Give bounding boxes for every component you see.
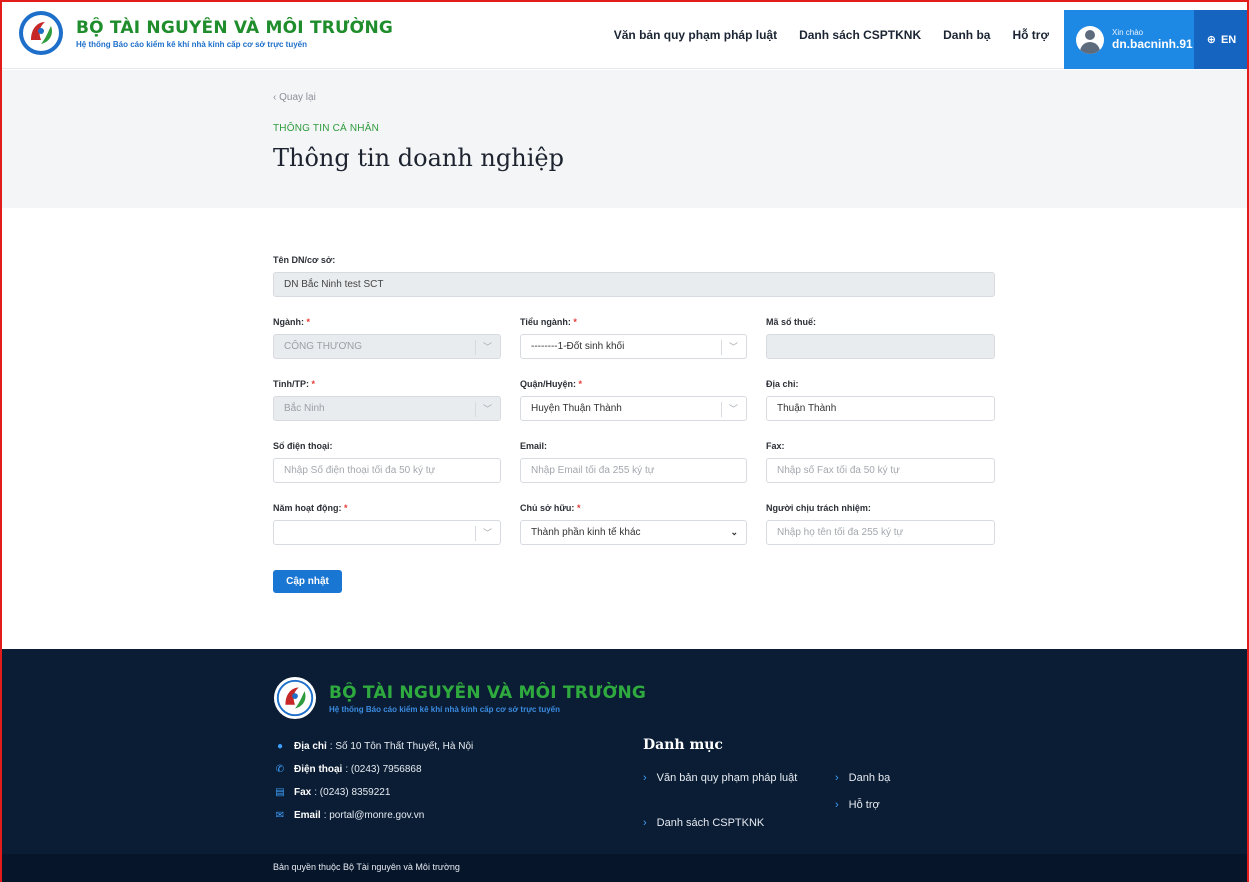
language-label: EN — [1220, 33, 1237, 46]
chevron-right-icon: › — [835, 772, 839, 784]
chevron-down-icon: ﹀ — [482, 404, 492, 414]
footer-link-ho-tro[interactable]: › Hỗ trợ — [835, 797, 880, 814]
nam-hoat-dong-label: Năm hoạt động: * — [273, 503, 348, 513]
dia-chi-label: Địa chỉ: — [766, 379, 799, 389]
footer-brand-subtitle: Hệ thống Báo cáo kiểm kê khí nhà kính cấ… — [329, 704, 561, 714]
avatar-icon — [1076, 25, 1104, 54]
quan-field: Quận/Huyện: * Huyện Thuận Thành ﹀ — [520, 379, 747, 421]
contact-fax: ▤ Fax: (0243) 8359221 — [273, 781, 473, 804]
dia-chi-field: Địa chỉ: Thuận Thành — [766, 379, 995, 421]
footer-brand-title: BỘ TÀI NGUYÊN VÀ MÔI TRƯỜNG — [329, 682, 647, 703]
contact-email: ✉ Email: portal@monre.gov.vn — [273, 804, 473, 827]
user-menu[interactable]: Xin chào dn.bacninh.91 — [1064, 10, 1194, 69]
nam-hoat-dong-select[interactable]: ﹀ — [273, 520, 501, 545]
nav-van-ban[interactable]: Văn bản quy phạm pháp luật — [614, 28, 777, 42]
chevron-down-icon: ﹀ — [728, 342, 738, 352]
map-marker-icon: ● — [276, 741, 284, 752]
tieu-nganh-select[interactable]: --------1-Đốt sinh khối ﹀ — [520, 334, 747, 359]
top-header: BỘ TÀI NGUYÊN VÀ MÔI TRƯỜNG Hệ thống Báo… — [0, 0, 1249, 69]
fax-label: Fax: — [766, 441, 785, 451]
company-name-field: Tên DN/cơ sở: DN Bắc Ninh test SCT — [273, 255, 995, 297]
sdt-label: Số điện thoại: — [273, 441, 333, 451]
footer-link-danh-ba[interactable]: › Danh bạ — [835, 770, 890, 787]
user-greeting: Xin chào — [1112, 28, 1144, 37]
footer-link-danh-sach[interactable]: › Danh sách CSPTKNK — [643, 815, 764, 832]
back-link[interactable]: ‹ Quay lại — [273, 92, 316, 103]
chevron-down-icon: ﹀ — [728, 404, 738, 414]
globe-icon: ⊕ — [1206, 34, 1216, 46]
site-footer: BỘ TÀI NGUYÊN VÀ MÔI TRƯỜNG Hệ thống Báo… — [0, 649, 1249, 854]
user-name: dn.bacninh.91 — [1112, 37, 1193, 51]
company-name-input[interactable]: DN Bắc Ninh test SCT — [273, 272, 995, 297]
section-label: THÔNG TIN CÁ NHÂN — [273, 123, 379, 134]
chu-so-huu-field: Chủ sở hữu: * Thành phần kinh tế khác ⌄ — [520, 503, 747, 545]
chu-so-huu-label: Chủ sở hữu: * — [520, 503, 581, 513]
email-field: Email: Nhập Email tối đa 255 ký tự — [520, 441, 747, 483]
fax-input[interactable]: Nhập số Fax tối đa 50 ký tự — [766, 458, 995, 483]
brand-subtitle: Hệ thống Báo cáo kiểm kê khí nhà kính cấ… — [76, 39, 308, 49]
footer-menu-title: Danh mục — [643, 737, 723, 753]
dia-chi-input[interactable]: Thuận Thành — [766, 396, 995, 421]
ma-so-thue-label: Mã số thuế: — [766, 317, 817, 327]
nguoi-chiu-trach-nhiem-label: Người chịu trách nhiệm: — [766, 503, 871, 513]
nguoi-chiu-trach-nhiem-input[interactable]: Nhập họ tên tối đa 255 ký tự — [766, 520, 995, 545]
contact-phone: ✆ Điện thoại: (0243) 7956868 — [273, 758, 473, 781]
chevron-right-icon: › — [643, 817, 647, 829]
chevron-down-icon: ﹀ — [482, 342, 492, 352]
email-icon: ✉ — [275, 810, 285, 821]
chevron-down-icon: ﹀ — [482, 528, 492, 538]
quan-select[interactable]: Huyện Thuận Thành ﹀ — [520, 396, 747, 421]
nganh-field: Ngành: * CÔNG THƯƠNG ﹀ — [273, 317, 501, 359]
chevron-right-icon: › — [643, 772, 647, 784]
ma-so-thue-field: Mã số thuế: — [766, 317, 995, 359]
footer-logo[interactable]: BỘ TÀI NGUYÊN VÀ MÔI TRƯỜNG Hệ thống Báo… — [273, 676, 646, 720]
tieu-nganh-label: Tiểu ngành: * — [520, 317, 577, 327]
language-switch[interactable]: ⊕ EN — [1194, 10, 1249, 69]
chevron-down-icon: ⌄ — [730, 527, 738, 537]
nganh-label: Ngành: * — [273, 317, 311, 327]
nav-ho-tro[interactable]: Hỗ trợ — [1012, 28, 1049, 42]
company-name-label: Tên DN/cơ sở: — [273, 255, 336, 265]
update-button[interactable]: Cập nhật — [273, 570, 342, 593]
email-input[interactable]: Nhập Email tối đa 255 ký tự — [520, 458, 747, 483]
page-heading-area: ‹ Quay lại THÔNG TIN CÁ NHÂN Thông tin d… — [0, 70, 1249, 208]
ma-so-thue-input[interactable] — [766, 334, 995, 359]
site-logo[interactable]: BỘ TÀI NGUYÊN VÀ MÔI TRƯỜNG Hệ thống Báo… — [18, 10, 393, 56]
page-title: Thông tin doanh nghiệp — [273, 144, 564, 172]
nav-danh-sach[interactable]: Danh sách CSPTKNK — [799, 28, 921, 42]
quan-label: Quận/Huyện: * — [520, 379, 583, 389]
nam-hoat-dong-field: Năm hoạt động: * ﹀ — [273, 503, 501, 545]
tinh-label: Tỉnh/TP: * — [273, 379, 316, 389]
chevron-right-icon: › — [835, 799, 839, 811]
brand-title: BỘ TÀI NGUYÊN VÀ MÔI TRƯỜNG — [76, 17, 394, 38]
fax-icon: ▤ — [275, 787, 285, 798]
copyright-bar: Bản quyền thuộc Bộ Tài nguyên và Môi trư… — [0, 854, 1249, 882]
nguoi-chiu-trach-nhiem-field: Người chịu trách nhiệm: Nhập họ tên tối … — [766, 503, 995, 545]
main-nav: Văn bản quy phạm pháp luật Danh sách CSP… — [592, 0, 1049, 69]
sdt-field: Số điện thoại: Nhập Số điện thoại tối đa… — [273, 441, 501, 483]
nav-danh-ba[interactable]: Danh bạ — [943, 28, 990, 42]
chu-so-huu-select[interactable]: Thành phần kinh tế khác ⌄ — [520, 520, 747, 545]
tieu-nganh-field: Tiểu ngành: * --------1-Đốt sinh khối ﹀ — [520, 317, 747, 359]
copyright-text: Bản quyền thuộc Bộ Tài nguyên và Môi trư… — [273, 862, 460, 872]
sdt-input[interactable]: Nhập Số điện thoại tối đa 50 ký tự — [273, 458, 501, 483]
fax-field: Fax: Nhập số Fax tối đa 50 ký tự — [766, 441, 995, 483]
email-label: Email: — [520, 441, 548, 451]
ministry-emblem-icon — [19, 11, 63, 55]
ministry-emblem-icon — [273, 676, 317, 720]
tinh-field: Tỉnh/TP: * Bắc Ninh ﹀ — [273, 379, 501, 421]
phone-icon: ✆ — [275, 764, 285, 775]
footer-link-van-ban[interactable]: › Văn bản quy phạm pháp luật — [643, 770, 813, 787]
contact-list: ● Địa chỉ: Số 10 Tôn Thất Thuyết, Hà Nội… — [273, 735, 473, 827]
nganh-select[interactable]: CÔNG THƯƠNG ﹀ — [273, 334, 501, 359]
tinh-select[interactable]: Bắc Ninh ﹀ — [273, 396, 501, 421]
contact-address: ● Địa chỉ: Số 10 Tôn Thất Thuyết, Hà Nội — [273, 735, 473, 758]
